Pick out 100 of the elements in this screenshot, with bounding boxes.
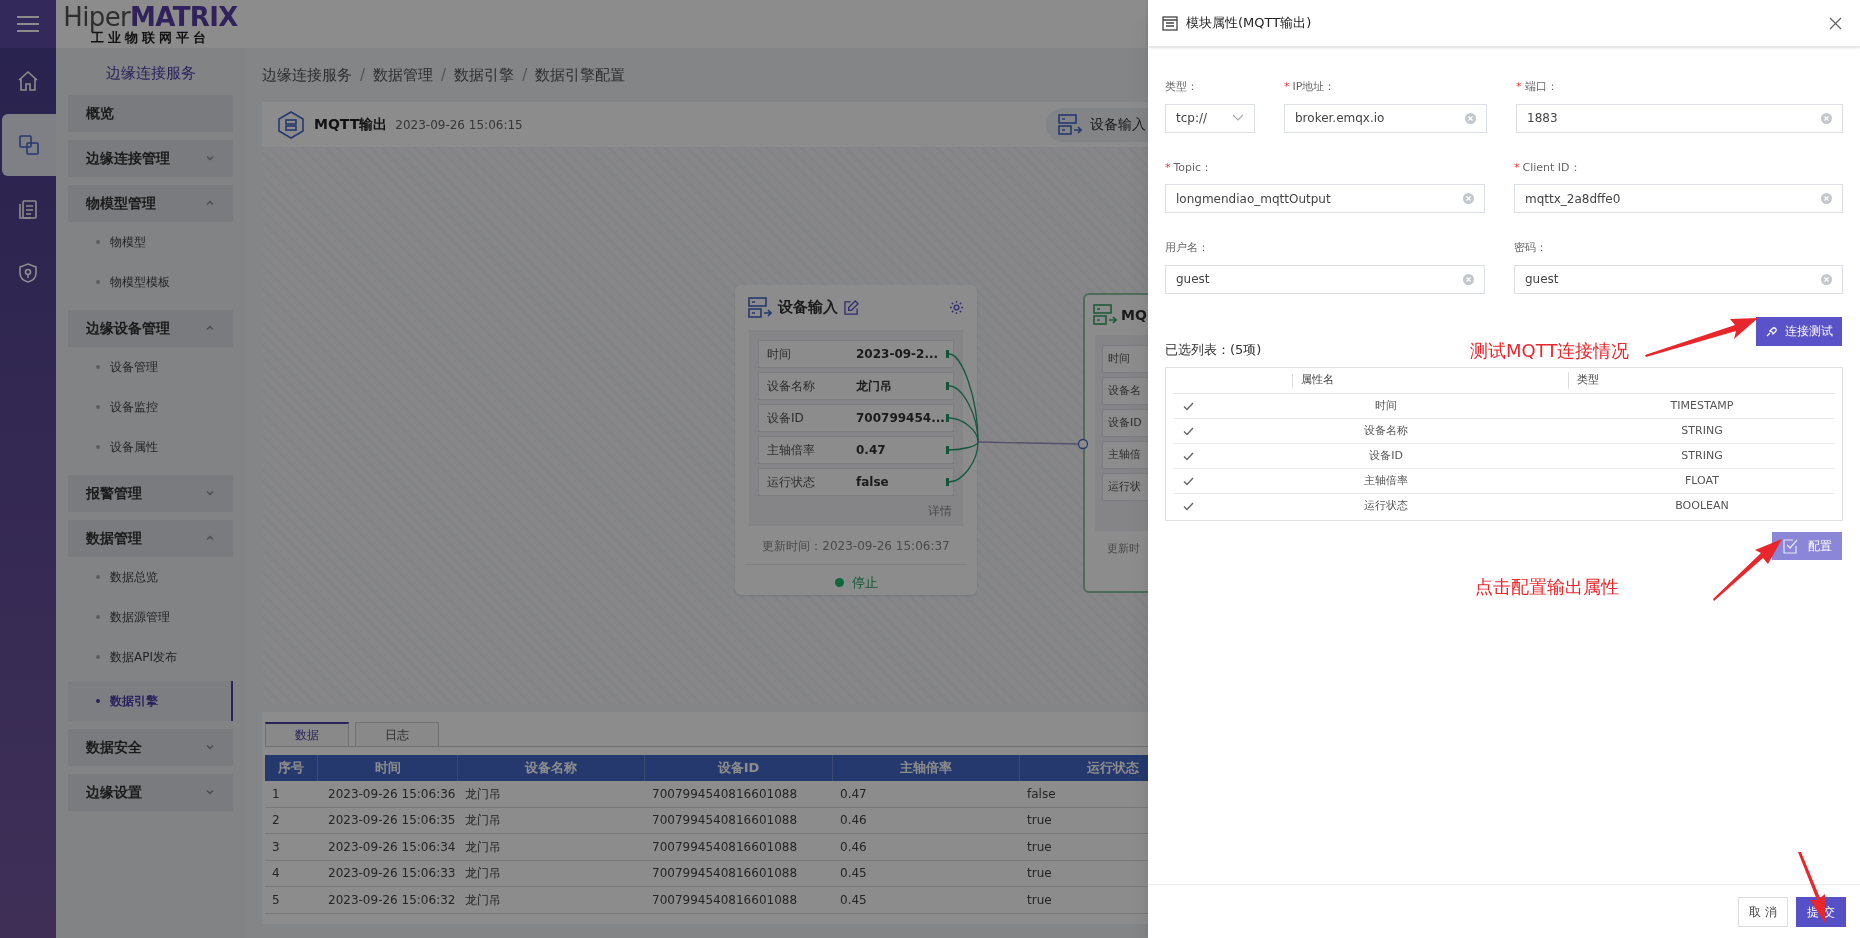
checklist-icon: [1782, 538, 1798, 554]
list-icon: [1162, 15, 1178, 31]
field-label: Client ID：: [1522, 159, 1581, 176]
table-cell-text: 2023-09-26 15:06:34: [327, 838, 457, 856]
logo: HiperMATRIX 工业物联网平台: [56, 0, 245, 48]
module-time: 2023-09-26 15:06:15: [395, 116, 523, 134]
table-cell-text: STRING: [1680, 447, 1724, 464]
chevron-up-icon: [205, 198, 215, 208]
column-header: 主轴倍率: [833, 755, 1020, 781]
sidebar-subitem[interactable]: 物模型模板: [68, 261, 233, 302]
checkbox[interactable]: [1182, 400, 1194, 412]
field-label: 用户名：: [1165, 240, 1209, 256]
hexagon-icon: [276, 109, 306, 140]
required-mark: *: [1516, 79, 1522, 95]
field-row: 主轴倍率 0.47: [758, 436, 954, 464]
table-cell-text: 0.45: [839, 865, 868, 883]
chevron-down-icon: [205, 787, 215, 797]
sidebar-subitem[interactable]: 物模型: [68, 221, 233, 262]
sidebar-subitem[interactable]: 设备监控: [68, 386, 233, 427]
required-mark: *: [1284, 79, 1290, 95]
sidebar-item[interactable]: 数据安全: [68, 728, 233, 766]
stop-button[interactable]: 停止: [834, 573, 878, 593]
sidebar-item[interactable]: 数据管理: [68, 519, 233, 557]
field-row: 时间 2023-09-2...: [758, 340, 954, 368]
table-cell-text: 2023-09-26 15:06:32: [327, 891, 457, 909]
field-label: IP地址：: [1292, 79, 1336, 95]
sidebar-subitem[interactable]: 设备管理: [68, 346, 233, 387]
type-select[interactable]: tcp://: [1165, 103, 1255, 133]
sidebar-item[interactable]: 物模型管理: [68, 184, 233, 222]
drawer-title: 模块属性(MQTT输出): [1186, 14, 1312, 33]
input-field[interactable]: 1883: [1516, 103, 1843, 133]
table-cell-text: TIMESTAMP: [1669, 397, 1735, 414]
module-title: MQTT输出: [314, 115, 388, 134]
table-cell-text: 运行状态: [1363, 498, 1409, 515]
column-header: 时间: [318, 755, 458, 781]
table-cell-text: 2: [271, 812, 281, 830]
chevron-down-icon: [205, 153, 215, 163]
table-cell-text: 7007994540816601088: [651, 891, 799, 909]
node-title: MQ: [1121, 305, 1147, 325]
table-cell-text: 2023-09-26 15:06:36: [327, 785, 457, 803]
input-field[interactable]: guest: [1514, 264, 1843, 294]
chevron-down-icon: [205, 742, 215, 752]
field-row: 设备ID 700799454...: [758, 404, 954, 432]
table-cell-text: 龙门吊: [464, 891, 502, 909]
table-cell-text: 龙门吊: [464, 838, 502, 856]
sidebar-subitem[interactable]: 数据API发布: [68, 636, 233, 677]
edit-icon[interactable]: [844, 300, 859, 315]
sidebar-subitem[interactable]: 数据总览: [68, 556, 233, 597]
detail-link[interactable]: 详情: [928, 502, 954, 520]
breadcrumb-separator: /: [441, 64, 447, 86]
arrow-drawing: [1713, 538, 1783, 602]
table-cell-text: 4: [271, 865, 281, 883]
sidebar-item[interactable]: 报警管理: [68, 474, 233, 512]
breadcrumb-separator: /: [360, 64, 366, 86]
test-button[interactable]: 连接测试: [1756, 316, 1842, 346]
input-field[interactable]: longmendiao_mqttOutput: [1165, 184, 1485, 213]
sidebar-item[interactable]: 概览: [68, 94, 233, 132]
table-cell-text: 1: [271, 785, 281, 803]
sidebar-item[interactable]: 边缘设备管理: [68, 309, 233, 347]
table-cell-text: true: [1026, 838, 1053, 856]
required-mark: *: [1514, 159, 1520, 176]
table-cell-text: 0.46: [839, 838, 868, 856]
table-cell-text: FLOAT: [1684, 472, 1720, 489]
shield-icon: [16, 261, 40, 285]
checkbox[interactable]: [1182, 475, 1194, 487]
tab[interactable]: 数据: [265, 722, 349, 746]
table-cell-text: 2023-09-26 15:06:35: [327, 812, 457, 830]
sidebar-item[interactable]: 边缘连接管理: [68, 139, 233, 177]
config-button[interactable]: 配置: [1772, 532, 1842, 560]
field-row: 运行状态 false: [758, 468, 954, 496]
checkbox[interactable]: [1182, 500, 1194, 513]
sidebar-title: 边缘连接服务: [104, 63, 197, 84]
table-cell-text: 0.45: [839, 891, 868, 909]
breadcrumb-item[interactable]: 数据管理: [373, 63, 434, 87]
column-header: 属性名: [1293, 372, 1569, 389]
table-cell-text: 7007994540816601088: [651, 865, 799, 883]
input-field[interactable]: mqttx_2a8dffe0: [1514, 184, 1843, 213]
checkbox[interactable]: [1182, 450, 1194, 462]
breadcrumb-item[interactable]: 数据引擎配置: [535, 63, 626, 87]
gear-icon[interactable]: [949, 300, 964, 315]
input-field[interactable]: broker.emqx.io: [1284, 103, 1487, 133]
table-cell-text: 0.47: [839, 785, 868, 803]
annotation-text: 测试MQTT连接情况: [1470, 339, 1630, 363]
sidebar-item[interactable]: 边缘设置: [68, 773, 233, 811]
field-label: 端口：: [1524, 79, 1558, 95]
table-cell-text: true: [1026, 865, 1053, 883]
sidebar-subitem[interactable]: 数据源管理: [68, 596, 233, 637]
breadcrumb-item[interactable]: 数据引擎: [454, 63, 515, 87]
server-icon: [1093, 304, 1117, 326]
breadcrumb-item[interactable]: 边缘连接服务: [262, 63, 352, 87]
table-cell-text: 龙门吊: [464, 785, 502, 803]
checkbox[interactable]: [1182, 425, 1194, 437]
sidebar-subitem[interactable]: 数据引擎: [68, 680, 233, 721]
menu-icon[interactable]: [0, 0, 56, 48]
node-card[interactable]: 设备输入 时间 2023-09-2... 设备名称 龙门吊 设备ID 700799454... 主轴倍率 0.47 运行状态 false 详情 更新时间：2023-09-26 15:06:37 停止: [735, 285, 977, 595]
input-field[interactable]: guest: [1165, 264, 1485, 294]
update-time: 更新时间：2023-09-26 15:06:37: [761, 538, 951, 555]
sidebar-subitem[interactable]: 设备属性: [68, 426, 233, 467]
tab[interactable]: 日志: [355, 722, 439, 746]
cancel-button[interactable]: 取 消: [1738, 896, 1788, 927]
